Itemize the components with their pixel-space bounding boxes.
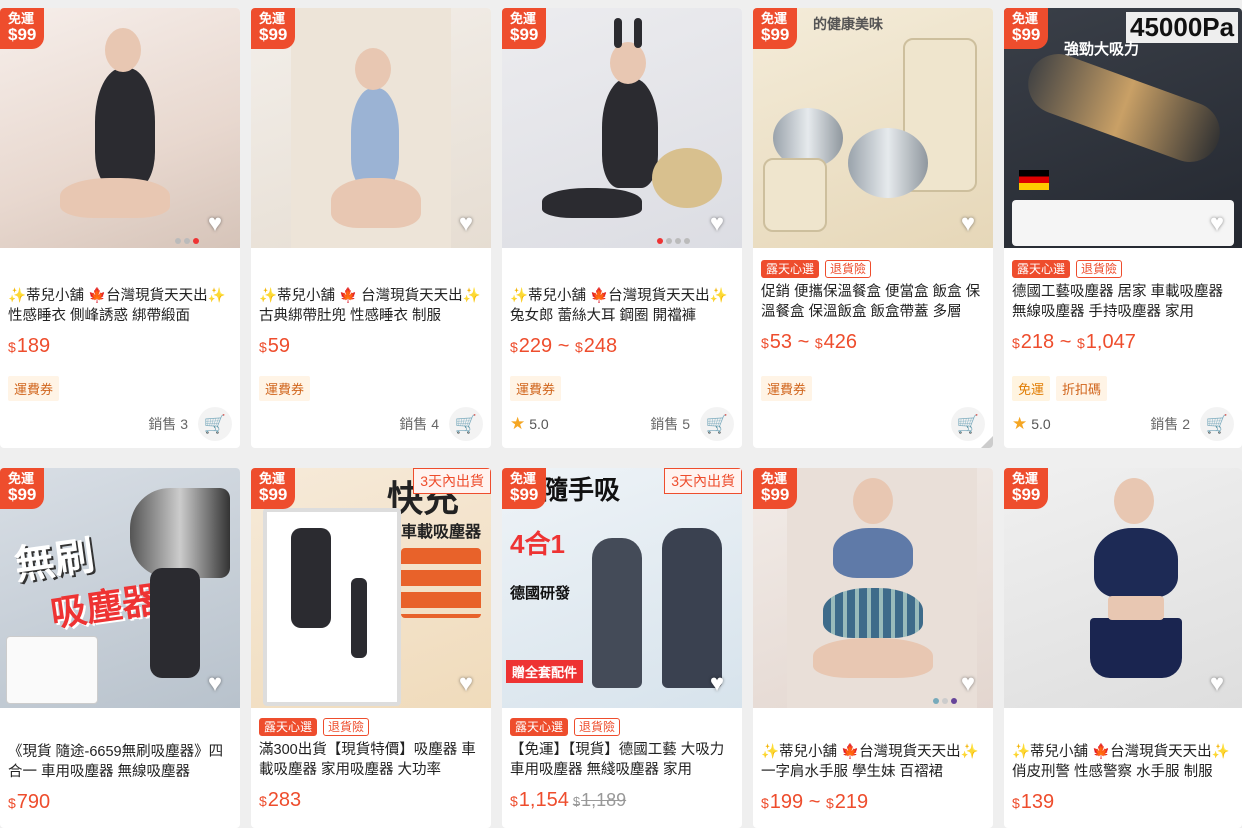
product-price: $1,154 $1,189 bbox=[510, 789, 627, 811]
heart-icon[interactable]: ♥ bbox=[704, 212, 730, 236]
product-price: $790 bbox=[8, 791, 51, 813]
sold-count: 銷售 3 bbox=[148, 416, 188, 432]
star-icon: ★ bbox=[1012, 414, 1028, 433]
free-shipping-badge: 免運 $99 bbox=[502, 8, 547, 50]
product-title[interactable]: 促銷 便攜保溫餐盒 便當盒 飯盒 保溫餐盒 保溫飯盒 飯盒帶蓋 多層 bbox=[761, 282, 985, 322]
image-dots bbox=[175, 238, 199, 244]
product-card[interactable]: 無刷 吸塵器 免運 $99 ♥ 《現貨 隨途-6659無刷吸塵器》四合一 車用吸塵… bbox=[0, 468, 240, 828]
shipping-coupon-tag: 運費券 bbox=[510, 376, 562, 401]
shipping-coupon-tag: 運費券 bbox=[761, 376, 813, 401]
cart-icon[interactable]: 🛒 bbox=[700, 407, 734, 441]
free-shipping-badge: 免運 $99 bbox=[0, 8, 45, 50]
image-caption: 4合1 bbox=[510, 529, 565, 559]
product-title[interactable]: ✨蒂兒小舖 🍁台灣現貨天天出✨兔女郎 蕾絲大耳 鋼圈 開襠褲 bbox=[510, 286, 734, 326]
product-card[interactable]: 免運 $99 ♥ ✨蒂兒小舖 🍁台灣現貨天天出✨兔女郎 蕾絲大耳 鋼圈 開襠褲 $… bbox=[502, 8, 742, 448]
image-caption: 車載吸塵器 bbox=[401, 524, 482, 541]
heart-icon[interactable]: ♥ bbox=[202, 672, 228, 696]
product-title[interactable]: 《現貨 隨途-6659無刷吸塵器》四合一 車用吸塵器 無線吸塵器 bbox=[8, 742, 232, 782]
curated-badge: 露天心選 bbox=[761, 260, 820, 278]
free-shipping-badge: 免運 $99 bbox=[0, 468, 45, 510]
sold-count: 銷售 5 bbox=[650, 416, 690, 432]
product-price: $229 ~ $248 bbox=[510, 335, 618, 357]
image-caption: 贈全套配件 bbox=[506, 660, 584, 683]
product-card[interactable]: 免運 $99 ♥ ✨蒂兒小舖 🍁 台灣現貨天天出✨古典綁帶肚兜 性感睡衣 制服 $… bbox=[251, 8, 491, 448]
image-caption: 隨手吸 bbox=[542, 475, 621, 505]
ships-in-3-days-tag: 3天內出貨 bbox=[413, 468, 491, 494]
image-caption: 45000Pa bbox=[1126, 12, 1239, 43]
product-price: $53 ~ $426 bbox=[761, 331, 858, 353]
product-title[interactable]: 德國工藝吸塵器 居家 車載吸塵器 無線吸塵器 手持吸塵器 家用 bbox=[1012, 282, 1234, 322]
return-insurance-badge: 退貨險 bbox=[825, 260, 872, 278]
free-shipping-badge: 免運 $99 bbox=[251, 8, 296, 50]
product-price: $283 bbox=[259, 789, 302, 811]
product-price: $59 bbox=[259, 335, 291, 357]
product-card[interactable]: 快充 車載吸塵器 免運 $99 3天內出貨 ♥ 露天心選 退貨險 滿300出貨【現… bbox=[251, 468, 491, 828]
original-price: $1,189 bbox=[572, 790, 627, 810]
heart-icon[interactable]: ♥ bbox=[955, 212, 981, 236]
cart-icon[interactable]: 🛒 bbox=[449, 407, 483, 441]
image-caption: 強勁大吸力 bbox=[1064, 41, 1140, 58]
heart-icon[interactable]: ♥ bbox=[1204, 212, 1230, 236]
sold-count: 銷售 4 bbox=[399, 416, 439, 432]
free-shipping-badge: 免運 $99 bbox=[753, 8, 798, 50]
free-shipping-badge: 免運 $99 bbox=[251, 468, 296, 510]
heart-icon[interactable]: ♥ bbox=[955, 672, 981, 696]
product-card[interactable]: 的健康美味 免運 $99 ♥ 露天心選 退貨險 促銷 便攜保溫餐盒 便當盒 飯盒 … bbox=[753, 8, 993, 448]
product-price: $199 ~ $219 bbox=[761, 791, 869, 813]
product-card[interactable]: 免運 $99 ♥ ✨蒂兒小舖 🍁台灣現貨天天出✨性感睡衣 側峰誘惑 綁帶緞面 $1… bbox=[0, 8, 240, 448]
return-insurance-badge: 退貨險 bbox=[323, 718, 370, 736]
curated-badge: 露天心選 bbox=[1012, 260, 1071, 278]
star-icon: ★ bbox=[510, 414, 526, 433]
discount-code-tag: 折扣碼 bbox=[1056, 376, 1108, 401]
product-card[interactable]: 隨手吸 4合1 德國研發 贈全套配件 免運 $99 3天內出貨 ♥ 露天心選 退貨… bbox=[502, 468, 742, 828]
curated-badge: 露天心選 bbox=[510, 718, 569, 736]
heart-icon[interactable]: ♥ bbox=[1204, 672, 1230, 696]
product-title[interactable]: 滿300出貨【現貨特價】吸塵器 車載吸塵器 家用吸塵器 大功率 bbox=[259, 740, 483, 780]
rating: ★ 5.0 bbox=[1012, 414, 1051, 433]
cart-icon[interactable]: 🛒 bbox=[951, 407, 985, 441]
heart-icon[interactable]: ♥ bbox=[453, 672, 479, 696]
image-caption: 德國研發 bbox=[510, 585, 571, 602]
cart-icon[interactable]: 🛒 bbox=[198, 407, 232, 441]
free-shipping-badge: 免運 $99 bbox=[1004, 468, 1049, 510]
product-price: $218 ~ $1,047 bbox=[1012, 331, 1136, 353]
product-title[interactable]: ✨蒂兒小舖 🍁 台灣現貨天天出✨古典綁帶肚兜 性感睡衣 制服 bbox=[259, 286, 483, 326]
product-card[interactable]: 45000Pa 強勁大吸力 免運 $99 ♥ 露天心選 退貨險 德國工藝吸塵器 居… bbox=[1004, 8, 1242, 448]
product-title[interactable]: ✨蒂兒小舖 🍁台灣現貨天天出✨性感睡衣 側峰誘惑 綁帶緞面 bbox=[8, 286, 232, 326]
product-price: $189 bbox=[8, 335, 51, 357]
product-title[interactable]: ✨蒂兒小舖 🍁台灣現貨天天出✨俏皮刑警 性感警察 水手服 制服 bbox=[1012, 742, 1234, 782]
image-dots bbox=[657, 238, 690, 244]
shipping-coupon-tag: 運費券 bbox=[8, 376, 60, 401]
product-grid: 免運 $99 ♥ ✨蒂兒小舖 🍁台灣現貨天天出✨性感睡衣 側峰誘惑 綁帶緞面 $1… bbox=[0, 0, 1242, 828]
image-caption: 的健康美味 bbox=[813, 16, 883, 32]
heart-icon[interactable]: ♥ bbox=[453, 212, 479, 236]
sold-count: 銷售 2 bbox=[1150, 416, 1190, 432]
cart-icon[interactable]: 🛒 bbox=[1200, 407, 1234, 441]
shipping-coupon-tag: 運費券 bbox=[259, 376, 311, 401]
product-card[interactable]: 免運 $99 ♥ ✨蒂兒小舖 🍁台灣現貨天天出✨一字肩水手服 學生妹 百褶裙 $1… bbox=[753, 468, 993, 828]
heart-icon[interactable]: ♥ bbox=[704, 672, 730, 696]
ships-in-3-days-tag: 3天內出貨 bbox=[664, 468, 742, 494]
free-shipping-badge: 免運 $99 bbox=[1004, 8, 1049, 50]
product-price: $139 bbox=[1012, 791, 1055, 813]
return-insurance-badge: 退貨險 bbox=[574, 718, 621, 736]
image-dots bbox=[933, 698, 957, 704]
product-card[interactable]: 免運 $99 ♥ ✨蒂兒小舖 🍁台灣現貨天天出✨俏皮刑警 性感警察 水手服 制服 … bbox=[1004, 468, 1242, 828]
rating: ★ 5.0 bbox=[510, 414, 549, 433]
free-shipping-tag: 免運 bbox=[1012, 376, 1051, 401]
free-shipping-badge: 免運 $99 bbox=[502, 468, 547, 510]
product-title[interactable]: ✨蒂兒小舖 🍁台灣現貨天天出✨一字肩水手服 學生妹 百褶裙 bbox=[761, 742, 985, 782]
return-insurance-badge: 退貨險 bbox=[1076, 260, 1123, 278]
curated-badge: 露天心選 bbox=[259, 718, 318, 736]
product-title[interactable]: 【免運】【現貨】德國工藝 大吸力車用吸塵器 無綫吸塵器 家用 bbox=[510, 740, 734, 780]
heart-icon[interactable]: ♥ bbox=[202, 212, 228, 236]
free-shipping-badge: 免運 $99 bbox=[753, 468, 798, 510]
